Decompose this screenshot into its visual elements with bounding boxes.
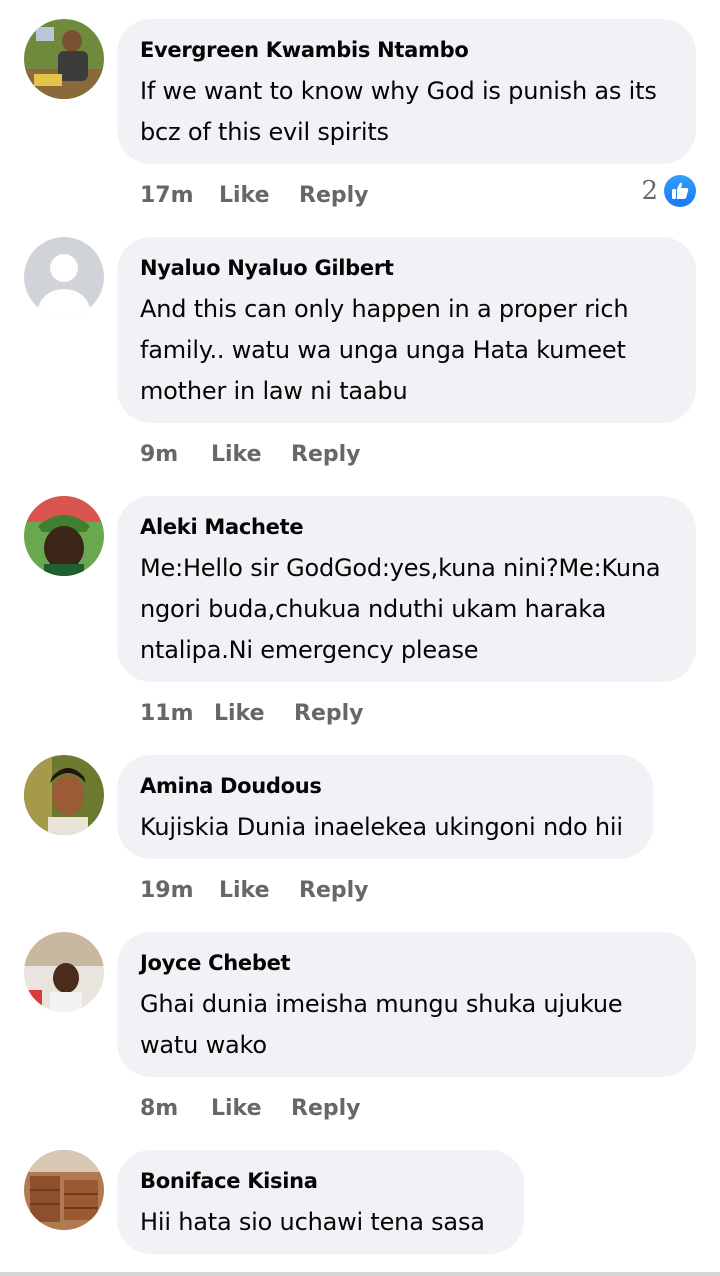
comment-author[interactable]: Aleki Machete bbox=[140, 514, 672, 540]
like-button[interactable]: Like bbox=[214, 701, 294, 726]
comment-time[interactable]: 9m bbox=[140, 442, 211, 467]
avatar[interactable] bbox=[24, 932, 104, 1012]
like-button[interactable]: Like bbox=[219, 878, 299, 903]
comment-author[interactable]: Joyce Chebet bbox=[140, 950, 672, 976]
comment-actions: 11m Like Reply bbox=[140, 698, 364, 728]
avatar[interactable] bbox=[24, 237, 104, 317]
comment-author[interactable]: Amina Doudous bbox=[140, 773, 629, 799]
comment-time[interactable]: 8m bbox=[140, 1096, 211, 1121]
comment-bubble: Joyce Chebet Ghai dunia imeisha mungu sh… bbox=[117, 932, 696, 1077]
comment-text: Hii hata sio uchawi tena sasa bbox=[140, 1208, 485, 1236]
comment-author[interactable]: Nyaluo Nyaluo Gilbert bbox=[140, 255, 672, 281]
avatar[interactable] bbox=[24, 496, 104, 576]
like-button[interactable]: Like bbox=[211, 442, 291, 467]
comment-text: Kujiskia Dunia inaelekea ukingoni ndo hi… bbox=[140, 813, 623, 841]
comment-actions: 17m Like Reply bbox=[140, 180, 369, 210]
comment-time[interactable]: 17m bbox=[140, 183, 219, 208]
reply-button[interactable]: Reply bbox=[291, 442, 361, 467]
comment-actions: 9m Like Reply bbox=[140, 439, 361, 469]
comment-actions: 19m Like Reply bbox=[140, 875, 369, 905]
thumbs-up-icon bbox=[664, 175, 696, 207]
avatar[interactable] bbox=[24, 1150, 104, 1230]
comment-bubble: Nyaluo Nyaluo Gilbert And this can only … bbox=[117, 237, 696, 423]
like-button[interactable]: Like bbox=[211, 1096, 291, 1121]
comment-author[interactable]: Boniface Kisina bbox=[140, 1168, 500, 1194]
comment-text: If we want to know why God is punish as … bbox=[140, 77, 657, 146]
comment-author[interactable]: Evergreen Kwambis Ntambo bbox=[140, 37, 672, 63]
comment-text: Me:Hello sir GodGod:yes,kuna nini?Me:Kun… bbox=[140, 554, 661, 664]
reply-button[interactable]: Reply bbox=[299, 183, 369, 208]
bottom-divider bbox=[0, 1272, 720, 1276]
comment-bubble: Aleki Machete Me:Hello sir GodGod:yes,ku… bbox=[117, 496, 696, 682]
reaction-summary[interactable]: 2 bbox=[641, 174, 696, 208]
reply-button[interactable]: Reply bbox=[299, 878, 369, 903]
comment-bubble: Amina Doudous Kujiskia Dunia inaelekea u… bbox=[117, 755, 653, 859]
reply-button[interactable]: Reply bbox=[291, 1096, 361, 1121]
avatar[interactable] bbox=[24, 19, 104, 99]
avatar[interactable] bbox=[24, 755, 104, 835]
like-button[interactable]: Like bbox=[219, 183, 299, 208]
reply-button[interactable]: Reply bbox=[294, 701, 364, 726]
comment-bubble: Boniface Kisina Hii hata sio uchawi tena… bbox=[117, 1150, 524, 1254]
comment-time[interactable]: 19m bbox=[140, 878, 219, 903]
comment-time[interactable]: 11m bbox=[140, 701, 214, 726]
comment-text: And this can only happen in a proper ric… bbox=[140, 295, 629, 405]
reaction-count: 2 bbox=[641, 176, 658, 206]
comment-bubble: Evergreen Kwambis Ntambo If we want to k… bbox=[117, 19, 696, 164]
comment-actions: 8m Like Reply bbox=[140, 1093, 361, 1123]
comment-text: Ghai dunia imeisha mungu shuka ujukue wa… bbox=[140, 990, 623, 1059]
